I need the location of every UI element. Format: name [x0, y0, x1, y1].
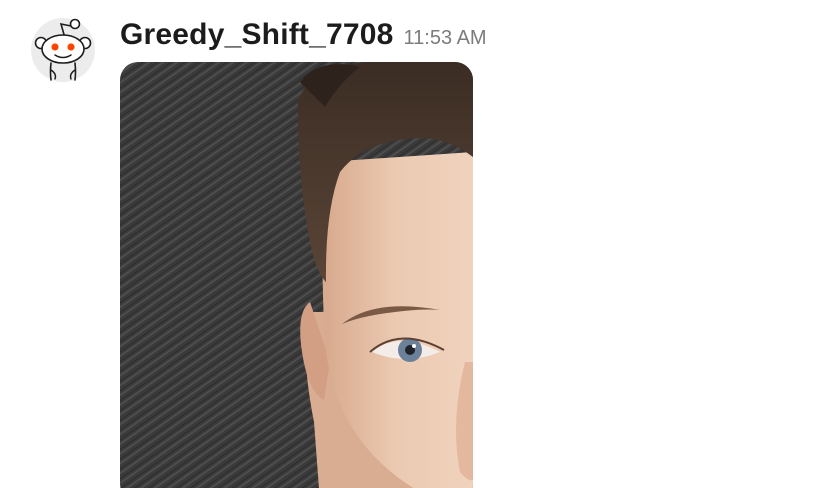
username[interactable]: Greedy_Shift_7708 — [120, 18, 394, 52]
timestamp: 11:53 AM — [403, 27, 487, 49]
snoo-avatar-icon — [34, 18, 92, 81]
photo-thumbnail — [120, 62, 473, 488]
chat-message: Greedy_Shift_7708 11:53 AM — [0, 0, 828, 488]
user-avatar[interactable] — [31, 12, 97, 82]
message-header: Greedy_Shift_7708 11:53 AM — [120, 18, 487, 58]
image-attachment[interactable] — [120, 62, 473, 488]
